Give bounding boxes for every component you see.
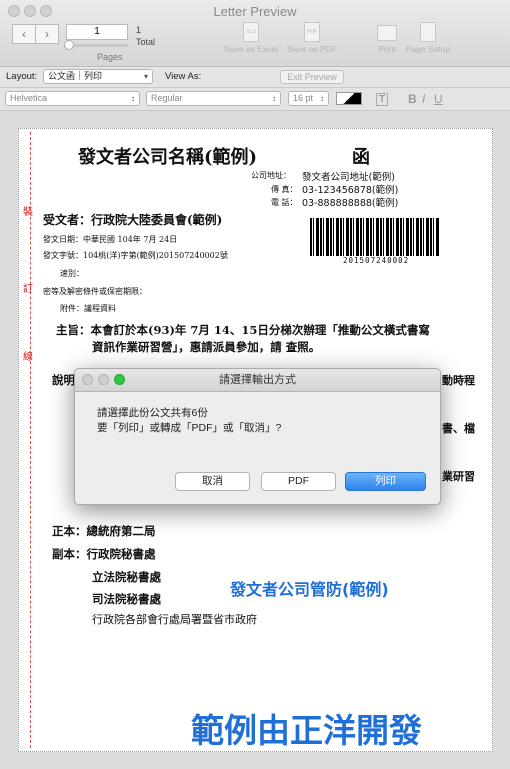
chevron-updown-icon: ↕ <box>272 94 276 103</box>
phone-label: 電 話： <box>271 198 298 207</box>
dialog-title: 請選擇輸出方式 <box>75 369 440 392</box>
save-as-pdf-button[interactable]: PDF Save as PDF <box>284 22 340 54</box>
dialog-message-line-2: 要「列印」或轉成「PDF」或「取消」? <box>97 422 282 434</box>
copy-recipient-3: 司法院秘書處 <box>92 592 161 606</box>
phone-value: 03-888888888(範例) <box>302 198 399 209</box>
zoom-slider-knob[interactable] <box>64 40 74 50</box>
copy-recipient-1: 副本：行政院秘書處 <box>52 547 156 561</box>
barcode-image <box>310 218 440 256</box>
chevron-right-icon: › <box>45 27 49 41</box>
next-page-button[interactable]: › <box>35 24 59 44</box>
print-label: Print <box>378 44 396 54</box>
margin-char-2: 訂 <box>23 284 33 295</box>
secret-line: 密等及解密條件或保密期限： <box>43 287 147 296</box>
document-title: 發文者公司名稱(範例) <box>78 147 258 168</box>
dialog-zoom-button[interactable] <box>114 374 125 385</box>
page-setup-icon <box>420 22 436 42</box>
italic-icon[interactable]: I <box>422 92 425 106</box>
cancel-button[interactable]: 取消 <box>175 472 250 491</box>
text-background-icon[interactable]: T <box>376 93 389 106</box>
fax-value: 03-123456878(範例) <box>302 185 399 196</box>
partial-text-1: 動時程 <box>442 374 475 387</box>
page-number-field[interactable]: 1 <box>66 24 128 40</box>
letter-preview-window: Letter Preview ‹ › 1 Pages 1 Total XLS S… <box>0 0 510 769</box>
pdf-button[interactable]: PDF <box>261 472 336 491</box>
attachment-line: 附件：議程資料 <box>60 304 116 313</box>
page-setup-button[interactable]: Page Setup <box>402 22 454 54</box>
subject-line-1: 主旨：本會訂於本(93)年 7月 14、15日分梯次辦理「推動公文橫式書寫 <box>56 323 430 337</box>
layout-bar: Layout: 公文函｜列印 ▾ View As: Exit Preview <box>0 67 510 149</box>
layout-label: Layout: <box>6 71 38 82</box>
speed-line: 速別： <box>60 269 84 278</box>
window-title: Letter Preview <box>213 4 297 19</box>
subject-line-2: 資訊作業研習營」，惠請派員參加，請 查照。 <box>92 340 321 354</box>
bold-icon[interactable]: B <box>408 92 417 106</box>
copy-recipient-2: 立法院秘書處 <box>92 570 161 584</box>
output-method-dialog: 請選擇輸出方式 請選擇此份公文共有6份 要「列印」或轉成「PDF」或「取消」? … <box>74 368 441 505</box>
total-label: Total <box>136 37 156 47</box>
zoom-slider-track[interactable] <box>66 44 128 47</box>
font-style-select[interactable]: Regular ↕ <box>146 91 281 106</box>
font-size-value: 16 pt <box>293 93 314 103</box>
pdf-file-icon: PDF <box>304 22 320 42</box>
font-style-value: Regular <box>151 93 183 103</box>
main-recipient: 正本：總統府第二局 <box>52 524 156 538</box>
font-size-select[interactable]: 16 pt ↕ <box>288 91 329 106</box>
chevron-updown-icon: ↕ <box>131 94 135 103</box>
chevron-down-icon: ▾ <box>143 72 148 81</box>
print-button[interactable]: Print <box>374 22 400 54</box>
partial-text-3: 業研習 <box>442 470 475 483</box>
date-line: 發文日期：中華民國 104年 7月 24日 <box>43 235 178 244</box>
dialog-close-button[interactable] <box>82 374 93 385</box>
copy-recipient-4: 行政院各部會行處局署暨省市政府 <box>92 613 257 626</box>
excel-file-icon: XLS <box>243 22 259 42</box>
binding-margin-line <box>30 132 31 748</box>
partial-text-2: 書、檔 <box>442 422 475 435</box>
chevron-left-icon: ‹ <box>22 27 26 41</box>
company-seal-label: 發文者公司管防(範例) <box>230 580 389 599</box>
number-line: 發文字號：104桃(洋)字第(範例)201507240002號 <box>43 251 228 260</box>
exit-preview-button[interactable]: Exit Preview <box>280 70 344 84</box>
total-count: 1 <box>136 25 142 35</box>
page-setup-label: Page Setup <box>405 44 451 54</box>
dialog-message-line-1: 請選擇此份公文共有6份 <box>97 407 208 419</box>
watermark-text: 範例由正洋開發 <box>191 711 422 750</box>
layout-select-value: 公文函｜列印 <box>48 71 103 81</box>
font-family-value: Helvetica <box>10 93 48 103</box>
pages-label: Pages <box>97 52 123 62</box>
prev-page-button[interactable]: ‹ <box>12 24 36 44</box>
fax-label: 傳 真： <box>271 185 298 194</box>
margin-char-1: 裝 <box>23 207 33 218</box>
recipient-line: 受文者：行政院大陸委員會(範例) <box>43 213 223 227</box>
description-label: 說明 <box>52 373 75 387</box>
font-family-select[interactable]: Helvetica ↕ <box>5 91 140 106</box>
chevron-updown-icon: ↕ <box>320 94 324 103</box>
print-confirm-button[interactable]: 列印 <box>345 472 426 491</box>
save-pdf-label: Save as PDF <box>286 44 338 54</box>
dialog-minimize-button[interactable] <box>98 374 109 385</box>
save-as-excel-button[interactable]: XLS Save as Excel <box>222 22 280 54</box>
document-type: 函 <box>352 147 370 168</box>
layout-select[interactable]: 公文函｜列印 ▾ <box>43 69 153 84</box>
underline-icon[interactable]: U <box>434 92 443 106</box>
barcode-number: 201507240002 <box>343 256 410 265</box>
view-as-label: View As: <box>165 71 202 82</box>
printer-icon <box>377 25 397 41</box>
save-excel-label: Save as Excel <box>224 44 278 54</box>
address-value: 發文者公司地址(範例) <box>302 172 395 183</box>
title-toolbar: Letter Preview ‹ › 1 Pages 1 Total XLS S… <box>0 0 510 67</box>
address-label: 公司地址： <box>251 171 291 180</box>
margin-char-3: 線 <box>23 352 33 363</box>
text-color-well[interactable] <box>336 92 362 105</box>
